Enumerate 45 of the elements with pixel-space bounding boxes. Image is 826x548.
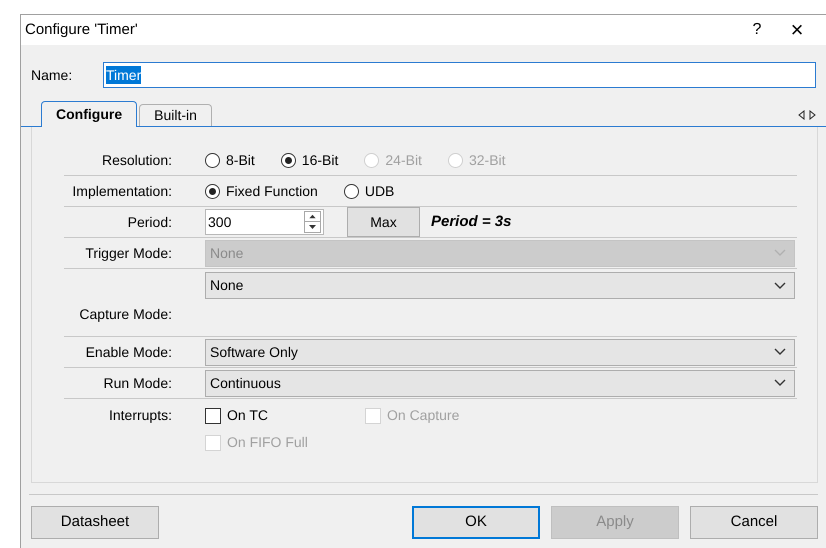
field-label: Resolution: bbox=[102, 150, 172, 170]
radio-button[interactable] bbox=[205, 152, 220, 168]
checkbox-label: On FIFO Full bbox=[227, 433, 308, 452]
radio-label: Fixed Function bbox=[226, 182, 318, 200]
radio-button[interactable] bbox=[205, 184, 220, 198]
chevron-down-icon bbox=[774, 282, 786, 290]
radio-label: 8-Bit bbox=[226, 150, 255, 170]
chevron-down-icon bbox=[774, 379, 786, 387]
spin-up-icon[interactable] bbox=[305, 212, 320, 222]
checkbox-label: On Capture bbox=[387, 406, 460, 425]
chevron-down-icon bbox=[774, 249, 786, 257]
scroll-left-icon[interactable] bbox=[798, 110, 805, 120]
name-field[interactable]: Timer bbox=[103, 62, 816, 88]
help-button[interactable]: ? bbox=[742, 18, 772, 42]
period-spin-field[interactable]: 300 bbox=[205, 209, 324, 235]
field-label: Run Mode: bbox=[104, 374, 172, 392]
dropdown[interactable]: None bbox=[205, 272, 795, 299]
max-button[interactable]: Max bbox=[347, 207, 420, 237]
field-label: Period: bbox=[128, 212, 172, 232]
tab[interactable]: Built-in bbox=[139, 104, 212, 126]
name-label: Name: bbox=[31, 66, 74, 84]
radio-label: 24-Bit bbox=[385, 150, 422, 170]
tab[interactable]: Configure bbox=[41, 101, 138, 127]
dropdown[interactable]: Software Only bbox=[205, 338, 795, 366]
field-label: Enable Mode: bbox=[86, 342, 172, 362]
checkbox-label: On TC bbox=[227, 406, 268, 425]
radio-button[interactable] bbox=[344, 184, 359, 198]
dialog-button[interactable]: Cancel bbox=[690, 506, 818, 539]
field-label: Implementation: bbox=[72, 182, 172, 201]
radio-label: UDB bbox=[364, 182, 394, 200]
dialog-button[interactable]: Datasheet bbox=[31, 506, 159, 539]
radio-button[interactable] bbox=[280, 152, 296, 168]
radio-label: 16-Bit bbox=[302, 150, 338, 170]
chevron-down-icon bbox=[774, 348, 786, 356]
field-label: Trigger Mode: bbox=[85, 244, 172, 263]
field-label: Capture Mode: bbox=[79, 305, 172, 324]
scroll-right-icon[interactable] bbox=[809, 110, 816, 120]
dialog-button[interactable]: OK bbox=[412, 506, 540, 539]
period-note: Period = 3s bbox=[431, 212, 512, 232]
dropdown[interactable]: Continuous bbox=[205, 370, 795, 396]
field-label: Interrupts: bbox=[108, 406, 172, 425]
window-title: Configure 'Timer' bbox=[25, 20, 139, 40]
radio-label: 32-Bit bbox=[468, 150, 506, 170]
checkbox[interactable] bbox=[205, 408, 221, 424]
close-button[interactable]: × bbox=[772, 19, 822, 41]
